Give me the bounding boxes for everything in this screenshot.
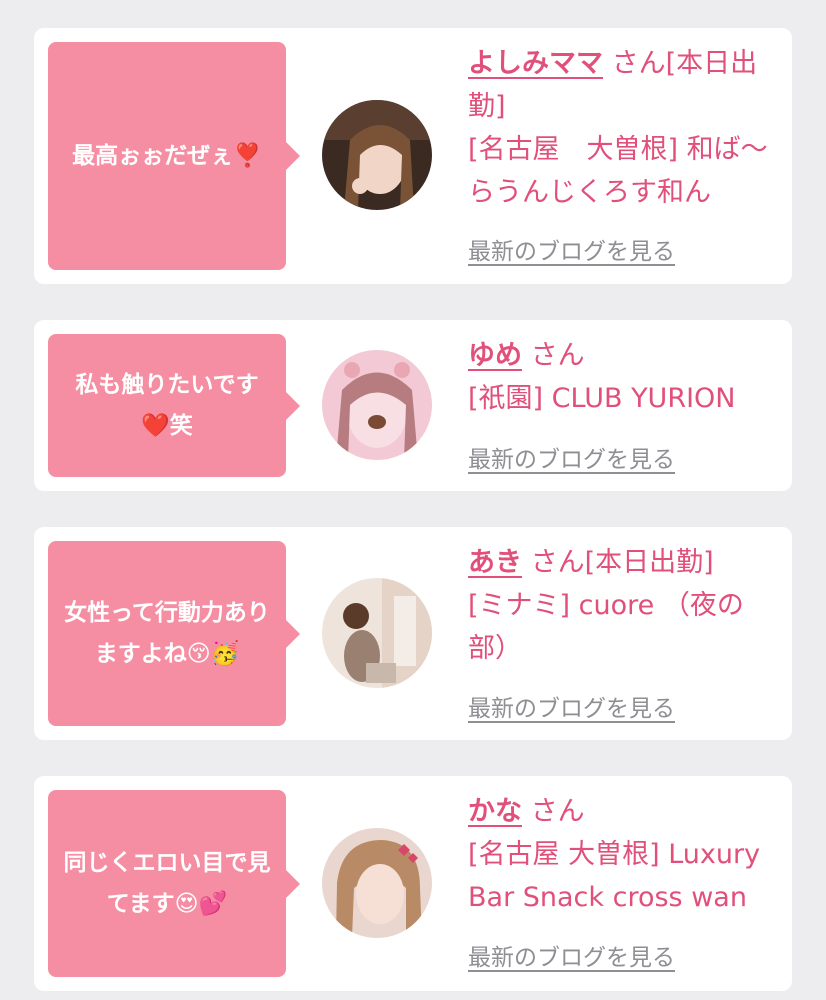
profile-photo-icon — [322, 578, 432, 688]
member-info: よしみママ さん[本日出勤] [名古屋 大曽根] 和ば〜らうんじくろす和ん — [468, 42, 780, 214]
profile-photo-icon — [322, 828, 432, 938]
member-info: かな さん [名古屋 大曽根] Luxury Bar Snack cross w… — [468, 790, 780, 919]
member-suffix: さん[本日出勤] — [530, 547, 714, 578]
comment-bubble: 女性って行動力ありますよね😚🥳 — [48, 541, 300, 726]
comment-card: 最高ぉぉだぜぇ❣️ よしみママ さん[本日出勤] [名古屋 大曽根] 和ば〜らう… — [34, 28, 792, 284]
latest-blog-link[interactable]: 最新のブログを見る — [468, 689, 675, 723]
comment-card: 同じくエロい目で見てます😍💕 かな さん [名古屋 大曽根] Luxury Ba… — [34, 776, 792, 991]
comment-bubble: 同じくエロい目で見てます😍💕 — [48, 790, 300, 977]
member-name-link[interactable]: あき — [468, 547, 522, 578]
shop-name: [名古屋 大曽根] 和ば〜らうんじくろす和ん — [468, 134, 768, 208]
comment-text: 最高ぉぉだぜぇ❣️ — [72, 142, 262, 169]
shop-name: [ミナミ] cuore （夜の部） — [468, 590, 744, 664]
comment-text: 女性って行動力ありますよね😚🥳 — [64, 599, 270, 667]
profile-photo-icon — [322, 350, 432, 460]
member-info: あき さん[本日出勤] [ミナミ] cuore （夜の部） — [468, 541, 780, 670]
member-name-link[interactable]: ゆめ — [468, 340, 522, 371]
latest-blog-link[interactable]: 最新のブログを見る — [468, 938, 675, 972]
avatar[interactable] — [322, 100, 432, 210]
comment-card: 女性って行動力ありますよね😚🥳 あき さん[本日出勤] [ミナミ] cuore … — [34, 527, 792, 740]
profile-photo-icon — [322, 100, 432, 210]
member-name-link[interactable]: よしみママ — [468, 48, 603, 79]
comment-bubble: 最高ぉぉだぜぇ❣️ — [48, 42, 300, 270]
shop-name: [名古屋 大曽根] Luxury Bar Snack cross wan — [468, 839, 761, 913]
shop-name: [祇園] CLUB YURION — [468, 383, 736, 414]
comment-text: 私も触りたいです ❤️笑 — [75, 371, 259, 439]
avatar[interactable] — [322, 578, 432, 688]
latest-blog-link[interactable]: 最新のブログを見る — [468, 232, 675, 266]
avatar[interactable] — [322, 828, 432, 938]
member-suffix: さん — [530, 340, 585, 371]
comment-card: 私も触りたいです ❤️笑 ゆめ さん [祇園] CLUB YURION 最新のブ… — [34, 320, 792, 491]
member-suffix: さん — [530, 796, 585, 827]
member-info: ゆめ さん [祇園] CLUB YURION — [468, 334, 780, 420]
avatar[interactable] — [322, 350, 432, 460]
comment-text: 同じくエロい目で見てます😍💕 — [63, 849, 271, 917]
comment-bubble: 私も触りたいです ❤️笑 — [48, 334, 300, 477]
member-name-link[interactable]: かな — [468, 796, 522, 827]
latest-blog-link[interactable]: 最新のブログを見る — [468, 440, 675, 474]
